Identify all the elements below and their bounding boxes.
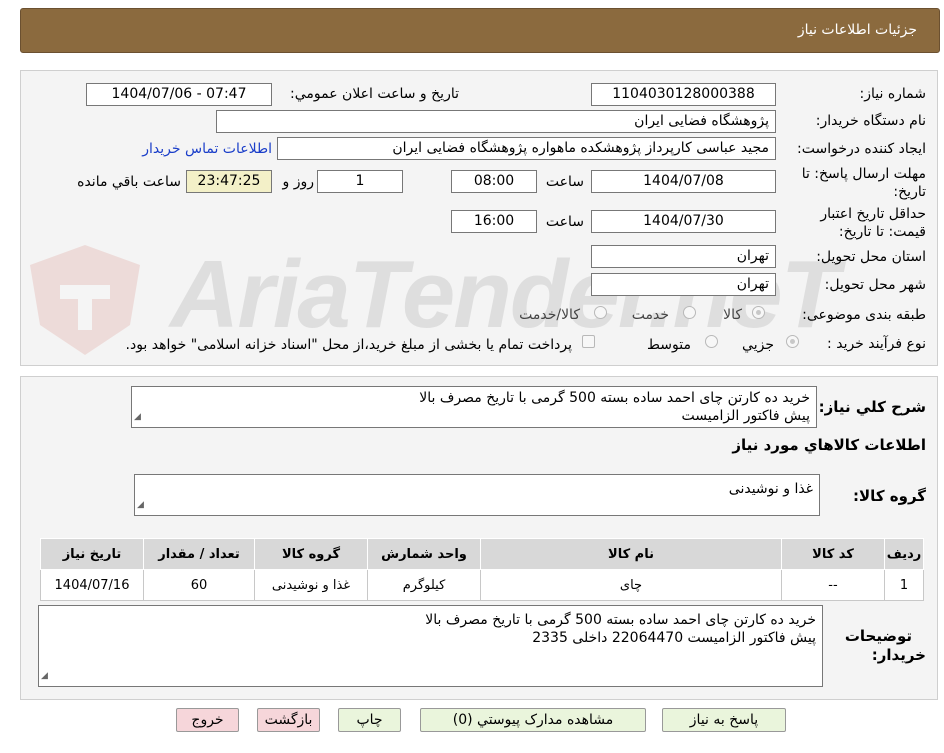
need-number-field[interactable]: 1104030128000388 — [591, 83, 776, 106]
remaining-time-label: ساعت باقي مانده — [77, 174, 181, 190]
cell-goods-group: غذا و نوشیدنی — [254, 569, 368, 601]
requester-label: ایجاد کننده درخواست: — [797, 141, 926, 157]
treasury-payment-checkbox[interactable] — [582, 335, 595, 348]
table-row: 1 -- چای کیلوگرم غذا و نوشیدنی 60 1404/0… — [40, 569, 924, 601]
col-quantity: تعداد / مقدار — [143, 538, 255, 570]
buyer-contact-link[interactable]: اطلاعات تماس خریدار — [142, 141, 272, 157]
announce-label: تاریخ و ساعت اعلان عمومي: — [290, 86, 459, 102]
cell-goods-code: -- — [781, 569, 885, 601]
cell-quantity: 60 — [143, 569, 255, 601]
col-goods-code: کد کالا — [781, 538, 885, 570]
treasury-payment-note: پرداخت تمام یا بخشی از مبلغ خرید،از محل … — [125, 337, 572, 353]
validity-label: حداقل تاریخ اعتبار — [820, 206, 926, 222]
goods-section-title: اطلاعات کالاهاي مورد نیاز — [732, 436, 926, 454]
cell-need-date: 1404/07/16 — [40, 569, 144, 601]
category-option-goods: کالا — [723, 307, 742, 323]
category-option-service: خدمت — [631, 307, 669, 323]
buyer-notes-line-1: خرید ده کارتن چای احمد ساده بسته 500 گرم… — [425, 612, 816, 628]
process-option-medium: متوسط — [647, 337, 691, 353]
goods-group-textarea[interactable]: غذا و نوشیدنی ◢ — [134, 474, 820, 516]
category-radio-service[interactable] — [683, 306, 696, 319]
deadline-date-field[interactable]: 1404/07/08 — [591, 170, 776, 193]
remaining-time-field: 23:47:25 — [186, 170, 272, 193]
buyer-org-field[interactable]: پژوهشگاه فضایی ایران — [216, 110, 776, 133]
resize-grip-icon[interactable]: ◢ — [134, 408, 141, 426]
buyer-notes-label-2: خریدار: — [871, 646, 926, 664]
validity-label-date: قیمت: تا تاریخ: — [838, 224, 926, 240]
col-unit: واحد شمارش — [367, 538, 481, 570]
table-header-row: ردیف کد کالا نام کالا واحد شمارش گروه کا… — [40, 538, 924, 570]
buyer-notes-line-2: پیش فاکتور الزامیست 22064470 داخلی 2335 — [532, 630, 816, 646]
reply-button[interactable]: پاسخ به نیاز — [662, 708, 786, 732]
cell-row-number: 1 — [884, 569, 924, 601]
city-label: شهر محل تحویل: — [824, 277, 926, 293]
category-radio-goods[interactable] — [752, 306, 765, 319]
goods-group-value: غذا و نوشیدنی — [728, 481, 813, 497]
days-label: روز و — [282, 174, 315, 190]
process-radio-minor[interactable] — [786, 335, 799, 348]
category-radio-goods-service[interactable] — [594, 306, 607, 319]
category-label: طبقه بندی موضوعی: — [802, 307, 926, 323]
resize-grip-icon[interactable]: ◢ — [41, 667, 48, 685]
summary-label: شرح کلي نیاز: — [818, 398, 926, 416]
validity-time-field[interactable]: 16:00 — [451, 210, 537, 233]
buyer-notes-textarea[interactable]: خرید ده کارتن چای احمد ساده بسته 500 گرم… — [38, 605, 823, 687]
goods-group-label: گروه کالا: — [853, 487, 926, 505]
announce-datetime-field[interactable]: 1404/07/06 - 07:47 — [86, 83, 272, 106]
col-goods-group: گروه کالا — [254, 538, 368, 570]
back-button[interactable]: بازگشت — [257, 708, 320, 732]
process-option-minor: جزیي — [742, 337, 774, 353]
city-field[interactable]: تهران — [591, 273, 776, 296]
deadline-label: مهلت ارسال پاسخ: تا — [801, 166, 926, 182]
province-field[interactable]: تهران — [591, 245, 776, 268]
buyer-org-label: نام دستگاه خریدار: — [815, 113, 926, 129]
deadline-label-date: تاریخ: — [893, 184, 926, 200]
page-header: جزئیات اطلاعات نیاز — [20, 8, 940, 53]
deadline-time-label: ساعت — [545, 174, 584, 190]
buyer-notes-label: توضیحات — [844, 627, 912, 645]
validity-date-field[interactable]: 1404/07/30 — [591, 210, 776, 233]
summary-line-1: خرید ده کارتن چای احمد ساده بسته 500 گرم… — [419, 390, 810, 406]
deadline-time-field[interactable]: 08:00 — [451, 170, 537, 193]
process-radio-medium[interactable] — [705, 335, 718, 348]
validity-time-label: ساعت — [545, 214, 584, 230]
page-title: جزئیات اطلاعات نیاز — [797, 22, 917, 38]
category-option-goods-service: کالا/خدمت — [519, 307, 580, 323]
cell-unit: کیلوگرم — [367, 569, 481, 601]
col-goods-name: نام کالا — [480, 538, 782, 570]
days-remaining-field[interactable]: 1 — [317, 170, 403, 193]
resize-grip-icon[interactable]: ◢ — [137, 496, 144, 514]
col-need-date: تاریخ نیاز — [40, 538, 144, 570]
summary-line-2: پیش فاکتور الزامیست — [681, 408, 810, 424]
print-button[interactable]: چاپ — [338, 708, 401, 732]
province-label: استان محل تحویل: — [816, 249, 926, 265]
cell-goods-name: چای — [480, 569, 782, 601]
process-label: نوع فرآیند خرید : — [827, 336, 926, 352]
exit-button[interactable]: خروج — [176, 708, 239, 732]
requester-field[interactable]: مجید عباسی کارپرداز پژوهشکده ماهواره پژو… — [277, 137, 776, 160]
goods-table: ردیف کد کالا نام کالا واحد شمارش گروه کا… — [40, 538, 924, 601]
col-row-number: ردیف — [884, 538, 924, 570]
summary-textarea[interactable]: خرید ده کارتن چای احمد ساده بسته 500 گرم… — [131, 386, 817, 428]
view-attachments-button[interactable]: مشاهده مدارک پیوستي (0) — [420, 708, 646, 732]
need-number-label: شماره نیاز: — [859, 86, 927, 102]
